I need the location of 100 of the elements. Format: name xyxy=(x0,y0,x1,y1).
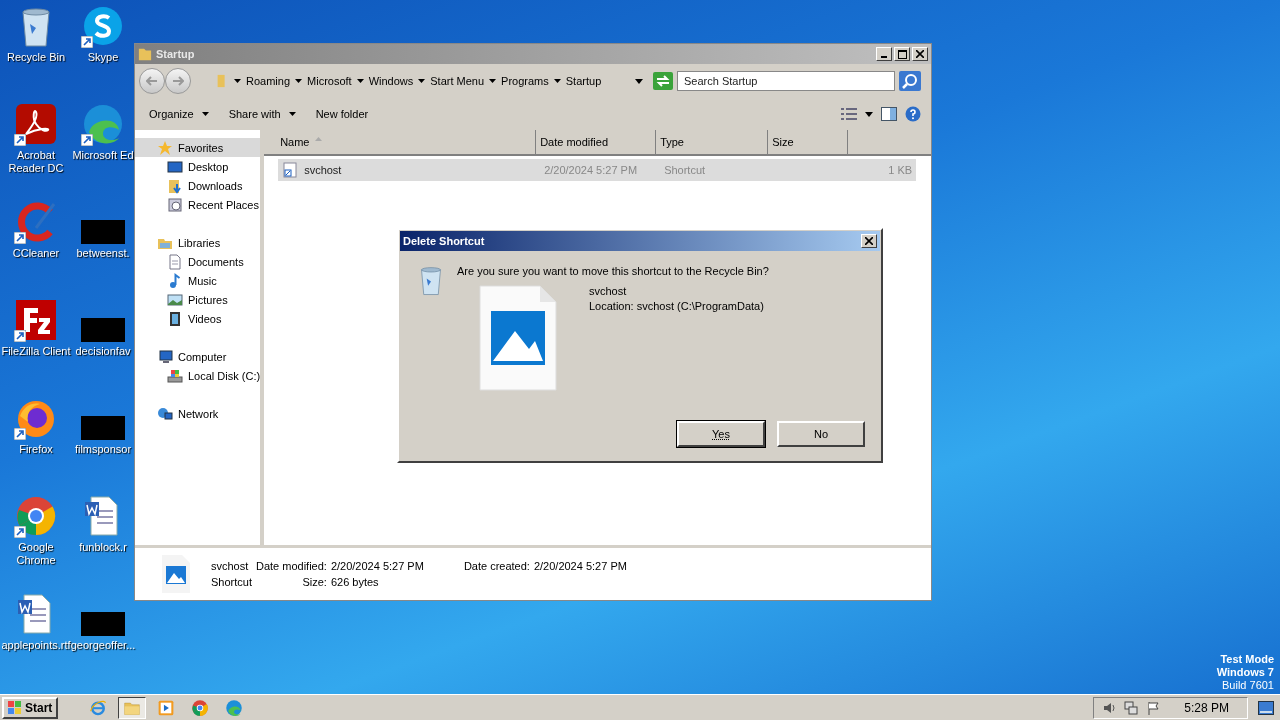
dialog-button[interactable]: No xyxy=(777,421,865,447)
desktop-icon[interactable]: Acrobat Reader DC xyxy=(0,102,72,200)
dialog-title: Delete Shortcut xyxy=(403,235,485,247)
desktop-icon[interactable]: Google Chrome xyxy=(0,494,72,592)
file-location: Location: svchost (C:\ProgramData) xyxy=(589,300,764,312)
toolbar-button[interactable]: New folder xyxy=(311,108,373,120)
property-label: Size: xyxy=(301,576,327,588)
search-icon[interactable] xyxy=(899,71,921,91)
breadcrumb-item[interactable]: Windows xyxy=(368,75,414,87)
windows-logo-icon xyxy=(8,700,22,715)
speaker-icon[interactable] xyxy=(1102,700,1117,715)
star-icon xyxy=(157,139,173,156)
nav-item[interactable]: Computer xyxy=(135,347,261,366)
desktop-icon[interactable]: decisionfav xyxy=(72,298,134,396)
caret-icon[interactable] xyxy=(418,79,426,83)
desktop-icon[interactable]: CCleaner xyxy=(0,200,72,298)
breadcrumb-item[interactable]: Microsoft xyxy=(307,75,352,87)
desktop-icon[interactable]: Microsoft Ed xyxy=(72,102,134,200)
folder-icon xyxy=(138,47,152,61)
show-desktop-icon[interactable] xyxy=(1258,700,1274,715)
caret-icon[interactable] xyxy=(489,79,497,83)
column-header[interactable]: Size xyxy=(768,130,849,154)
redacted-icon xyxy=(81,220,125,244)
redacted-icon xyxy=(81,612,125,636)
skype-icon xyxy=(81,4,125,48)
image-file-icon xyxy=(479,285,557,391)
fz-app-icon xyxy=(14,298,58,342)
desktop-icon[interactable]: Recycle Bin xyxy=(0,4,72,102)
chrome-icon xyxy=(14,494,58,538)
clock[interactable]: 5:28 PM xyxy=(1168,700,1239,715)
maximize-icon xyxy=(897,49,907,59)
breadcrumb-item[interactable]: Startup xyxy=(565,75,602,87)
file-type: Shortcut xyxy=(211,576,252,588)
redacted-icon xyxy=(81,416,125,440)
column-header[interactable]: Type xyxy=(656,130,769,154)
file-name: svchost xyxy=(211,560,250,572)
refresh-icon[interactable] xyxy=(653,72,673,90)
chrome-icon xyxy=(191,698,210,717)
nav-item[interactable]: Desktop xyxy=(135,157,261,176)
music-note-icon xyxy=(167,272,183,289)
view-options-icon[interactable] xyxy=(841,108,857,120)
caret-icon[interactable] xyxy=(356,79,364,83)
help-icon[interactable] xyxy=(905,106,921,122)
nav-item[interactable]: Local Disk (C:) xyxy=(135,366,261,385)
caret-icon[interactable] xyxy=(295,79,303,83)
column-header[interactable]: Date modified xyxy=(536,130,657,154)
property-label: Date modified: xyxy=(255,560,327,572)
flag-icon[interactable] xyxy=(1146,700,1161,715)
close-button[interactable] xyxy=(912,47,928,61)
caret-icon[interactable] xyxy=(553,79,561,83)
monitor-icon xyxy=(167,158,183,175)
breadcrumb-item[interactable]: Roaming xyxy=(246,75,291,87)
caret-icon[interactable] xyxy=(635,78,643,84)
start-button[interactable]: Start xyxy=(2,696,59,719)
nav-item[interactable]: Recent Places xyxy=(135,195,261,214)
desktop-icon[interactable]: Firefox xyxy=(0,396,72,494)
desktop-icon[interactable]: funblock.r xyxy=(72,494,134,592)
taskbar-app[interactable] xyxy=(118,696,147,719)
table-cell-text: Shortcut xyxy=(664,164,707,176)
file-row[interactable]: svchost 2/20/2024 5:27 PM Shortcut 1 KB xyxy=(278,159,917,181)
dialog-button[interactable]: Yes xyxy=(677,421,765,447)
recent-places-icon xyxy=(167,196,183,213)
desktop-icon[interactable]: FileZilla Client xyxy=(0,298,72,396)
desktop-icon[interactable]: betweenst. xyxy=(72,200,134,298)
network-icon[interactable] xyxy=(1124,700,1139,715)
nav-item[interactable]: Pictures xyxy=(135,290,261,309)
nav-item[interactable]: Music xyxy=(135,271,261,290)
desktop-icon[interactable]: filmsponsor xyxy=(72,396,134,494)
toolbar-button[interactable]: Share with xyxy=(224,108,300,120)
caret-icon[interactable] xyxy=(234,79,241,83)
computer-icon xyxy=(157,348,173,365)
network-icon xyxy=(157,405,173,422)
maximize-button[interactable] xyxy=(894,47,910,61)
test-mode-text: Windows 7 xyxy=(1216,666,1274,679)
nav-item[interactable]: Downloads xyxy=(135,176,261,195)
desktop-icon[interactable]: Skype xyxy=(72,4,134,102)
nav-item[interactable]: Libraries xyxy=(135,233,261,252)
minimize-button[interactable] xyxy=(876,47,892,61)
file-name: svchost xyxy=(589,285,628,297)
dialog-message: Are you sure you want to move this shortcut to the Recycle Bin? xyxy=(457,265,769,277)
close-button[interactable] xyxy=(861,234,877,248)
redacted-icon xyxy=(81,318,125,342)
breadcrumb-item[interactable]: Programs xyxy=(501,75,549,87)
shortcut-icon xyxy=(282,162,299,178)
nav-item[interactable]: Favorites xyxy=(135,138,261,157)
toolbar-button[interactable]: Organize xyxy=(145,108,213,120)
nav-item[interactable]: Videos xyxy=(135,309,261,328)
column-header[interactable]: Name xyxy=(264,130,537,154)
file-name: svchost xyxy=(304,164,342,176)
property-label: Date created: xyxy=(462,560,530,572)
nav-item[interactable]: Documents xyxy=(135,252,261,271)
breadcrumb-item[interactable]: Start Menu xyxy=(430,75,485,87)
edge-icon xyxy=(225,698,244,717)
nav-item[interactable]: Network xyxy=(135,404,261,423)
edge-icon xyxy=(81,102,125,146)
caret-icon[interactable] xyxy=(865,111,873,117)
table-cell-text: 2/20/2024 5:27 PM xyxy=(544,164,639,176)
film-icon xyxy=(167,310,183,327)
search-field[interactable]: Search Startup xyxy=(677,71,895,91)
preview-pane-icon[interactable] xyxy=(881,107,897,121)
